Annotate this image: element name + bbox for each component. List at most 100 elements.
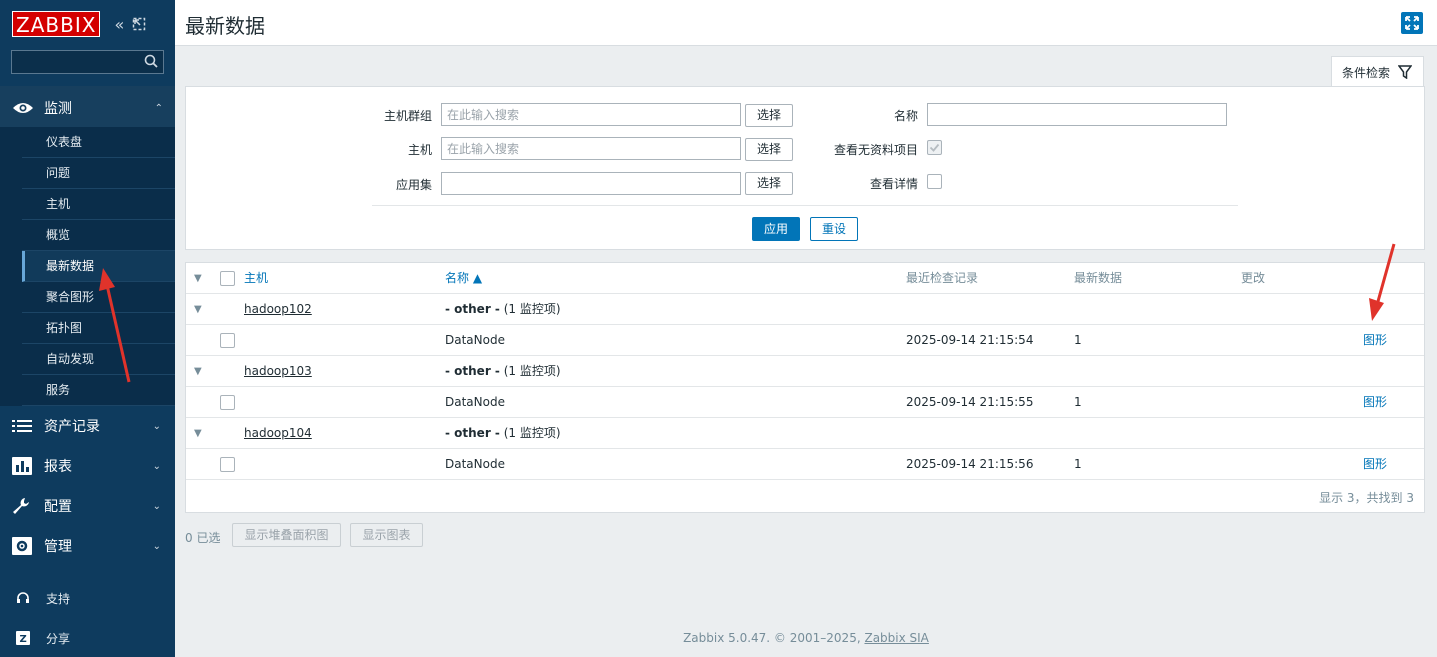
menu-support[interactable]: 支持	[0, 580, 175, 616]
menu-inventory[interactable]: 资产记录 ⌄	[0, 406, 175, 446]
submenu-item-latest-data[interactable]: 最新数据	[22, 251, 175, 282]
show-graph-button[interactable]: 显示图表	[350, 523, 423, 547]
application-label: 应用集	[395, 178, 432, 192]
submenu-item-screens[interactable]: 聚合图形	[22, 282, 175, 313]
header-change: 更改	[1241, 271, 1266, 285]
collapse-sidebar-icon[interactable]: «	[114, 15, 124, 34]
filter-icon	[1398, 65, 1413, 79]
list-icon	[12, 420, 32, 432]
group-toggle-icon[interactable]: ▼	[194, 294, 202, 325]
menu-support-label: 支持	[46, 591, 71, 606]
footer-link[interactable]: Zabbix SIA	[864, 631, 928, 645]
menu-share[interactable]: Z 分享	[0, 620, 175, 656]
filter-divider	[372, 205, 1238, 206]
zabbix-logo[interactable]: ZABBIX	[12, 11, 101, 37]
application-title: - other -	[445, 364, 500, 378]
submenu-item-dashboard[interactable]: 仪表盘	[22, 127, 175, 158]
page-footer: Zabbix 5.0.47. © 2001–2025, Zabbix SIA	[175, 631, 1437, 645]
show-without-data-label: 查看无资料项目	[833, 143, 918, 157]
submenu-item-overview[interactable]: 概览	[22, 220, 175, 251]
application-name: - other - (1 监控项)	[445, 294, 561, 325]
group-toggle-icon[interactable]: ▼	[194, 418, 202, 449]
item-last-check: 2025-09-14 21:15:54	[906, 333, 1034, 347]
chevron-up-icon: ⌃	[154, 102, 163, 114]
show-details-label: 查看详情	[869, 177, 918, 191]
page-header: 最新数据	[175, 0, 1437, 46]
header-last-value: 最新数据	[1074, 271, 1123, 285]
submenu-item-maps[interactable]: 拓扑图	[22, 313, 175, 344]
host-group-select-button[interactable]: 选择	[745, 104, 793, 127]
search-input[interactable]	[12, 51, 132, 73]
submenu-item-services[interactable]: 服务	[22, 375, 175, 406]
item-last-value: 1	[1074, 333, 1082, 347]
application-count: (1 监控项)	[503, 364, 561, 378]
graph-link[interactable]: 图形	[1363, 387, 1387, 418]
submenu-item-discovery[interactable]: 自动发现	[22, 344, 175, 375]
monitoring-submenu: 仪表盘 问题 主机 概览 最新数据 聚合图形 拓扑图 自动发现 服务	[22, 127, 175, 406]
show-details-checkbox[interactable]	[927, 174, 942, 189]
page-title: 最新数据	[185, 14, 265, 38]
item-name: DataNode	[445, 333, 505, 347]
table-group-row: ▼ hadoop103 - other - (1 监控项)	[186, 356, 1424, 387]
submenu-item-hosts[interactable]: 主机	[22, 189, 175, 220]
show-without-data-checkbox[interactable]	[927, 140, 942, 155]
stacked-graph-button[interactable]: 显示堆叠面积图	[232, 523, 341, 547]
search-icon[interactable]	[144, 54, 158, 68]
graph-link[interactable]: 图形	[1363, 449, 1387, 480]
table-row: DataNode 2025-09-14 21:15:54 1 图形	[186, 325, 1424, 356]
filter-tab-label: 条件检索	[1342, 65, 1391, 80]
menu-configuration[interactable]: 配置 ⌄	[0, 486, 175, 526]
row-checkbox[interactable]	[220, 395, 235, 410]
filter-tab[interactable]: 条件检索	[1331, 56, 1424, 87]
host-input[interactable]	[441, 137, 741, 160]
chevron-down-icon: ⌄	[152, 420, 161, 432]
chevron-down-icon: ⌄	[152, 500, 161, 512]
application-title: - other -	[445, 426, 500, 440]
group-toggle-icon[interactable]: ▼	[194, 356, 202, 387]
table-summary: 显示 3，共找到 3	[1319, 491, 1414, 505]
chevron-down-icon: ⌄	[152, 540, 161, 552]
collapse-all-icon[interactable]: ▼	[194, 263, 202, 294]
host-name[interactable]: hadoop104	[244, 418, 312, 449]
bar-chart-icon	[12, 457, 32, 475]
row-checkbox[interactable]	[220, 333, 235, 348]
submenu-item-problems[interactable]: 问题	[22, 158, 175, 189]
menu-monitoring[interactable]: 监测 ⌃	[0, 86, 175, 130]
item-last-check: 2025-09-14 21:15:56	[906, 457, 1034, 471]
header-last-check: 最近检查记录	[906, 271, 979, 285]
host-group-input[interactable]	[441, 103, 741, 126]
application-title: - other -	[445, 302, 500, 316]
item-name: DataNode	[445, 395, 505, 409]
name-input[interactable]	[927, 103, 1227, 126]
header-name[interactable]: 名称 ▲	[445, 263, 482, 294]
kiosk-mode-button[interactable]	[1401, 12, 1423, 34]
application-input[interactable]	[441, 172, 741, 195]
menu-inventory-label: 资产记录	[44, 419, 100, 435]
table-row: DataNode 2025-09-14 21:15:55 1 图形	[186, 387, 1424, 418]
select-all-checkbox[interactable]	[220, 271, 235, 286]
menu-reports[interactable]: 报表 ⌄	[0, 446, 175, 486]
menu-administration-label: 管理	[44, 539, 72, 555]
headset-icon	[17, 592, 29, 603]
hide-sidebar-icon[interactable]	[132, 17, 146, 31]
table-row: DataNode 2025-09-14 21:15:56 1 图形	[186, 449, 1424, 480]
header-host[interactable]: 主机	[244, 263, 268, 294]
sidebar-search[interactable]	[11, 50, 164, 74]
menu-monitoring-label: 监测	[44, 101, 72, 117]
latest-data-table: ▼ 主机 名称 ▲ 最近检查记录 最新数据 更改 ▼ hadoop102 - o…	[185, 262, 1425, 513]
host-name[interactable]: hadoop103	[244, 356, 312, 387]
selected-count: 0 已选	[185, 531, 221, 545]
menu-administration[interactable]: 管理 ⌄	[0, 526, 175, 566]
row-checkbox[interactable]	[220, 457, 235, 472]
reset-button[interactable]: 重设	[810, 217, 858, 241]
footer-text: Zabbix 5.0.47. © 2001–2025,	[683, 631, 865, 645]
fullscreen-icon	[1405, 16, 1419, 30]
item-last-value: 1	[1074, 395, 1082, 409]
name-label: 名称	[893, 109, 918, 123]
apply-button[interactable]: 应用	[752, 217, 800, 241]
svg-text:Z: Z	[20, 634, 27, 645]
graph-link[interactable]: 图形	[1363, 325, 1387, 356]
wrench-icon	[13, 498, 29, 514]
host-name[interactable]: hadoop102	[244, 294, 312, 325]
sidebar-tools: «	[114, 15, 146, 34]
